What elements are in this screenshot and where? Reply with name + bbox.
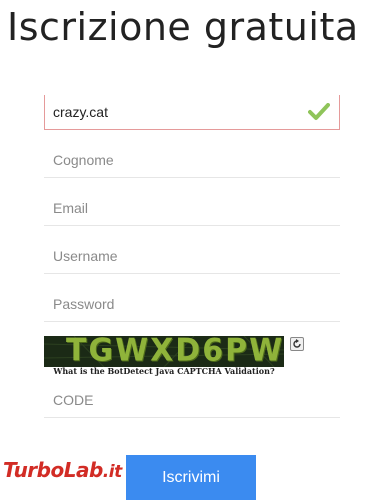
watermark-text: TurboLab — [3, 458, 103, 482]
first-name-input[interactable] — [45, 95, 339, 129]
watermark-logo: TurboLab.it — [3, 458, 122, 484]
watermark-suffix: .it — [102, 462, 122, 482]
username-field[interactable] — [44, 238, 340, 274]
password-input[interactable] — [44, 286, 340, 321]
password-field[interactable] — [44, 286, 340, 322]
first-name-field[interactable] — [44, 95, 340, 130]
email-input[interactable] — [44, 190, 340, 225]
code-field[interactable] — [44, 382, 340, 418]
captcha: TGWXD6PW What is the BotDetect Java CAPT… — [44, 336, 284, 378]
code-input[interactable] — [44, 382, 340, 417]
username-input[interactable] — [44, 238, 340, 273]
page-title: Iscrizione gratuita — [7, 5, 359, 49]
refresh-icon — [293, 339, 301, 348]
captcha-code: TGWXD6PW — [66, 336, 284, 367]
check-icon — [308, 103, 330, 121]
last-name-input[interactable] — [44, 142, 340, 177]
captcha-image: TGWXD6PW — [44, 336, 284, 367]
email-field[interactable] — [44, 190, 340, 226]
signup-button[interactable]: Iscrivimi — [126, 455, 256, 500]
captcha-help-link[interactable]: What is the BotDetect Java CAPTCHA Valid… — [44, 366, 284, 377]
captcha-refresh-button[interactable] — [290, 337, 304, 351]
last-name-field[interactable] — [44, 142, 340, 178]
